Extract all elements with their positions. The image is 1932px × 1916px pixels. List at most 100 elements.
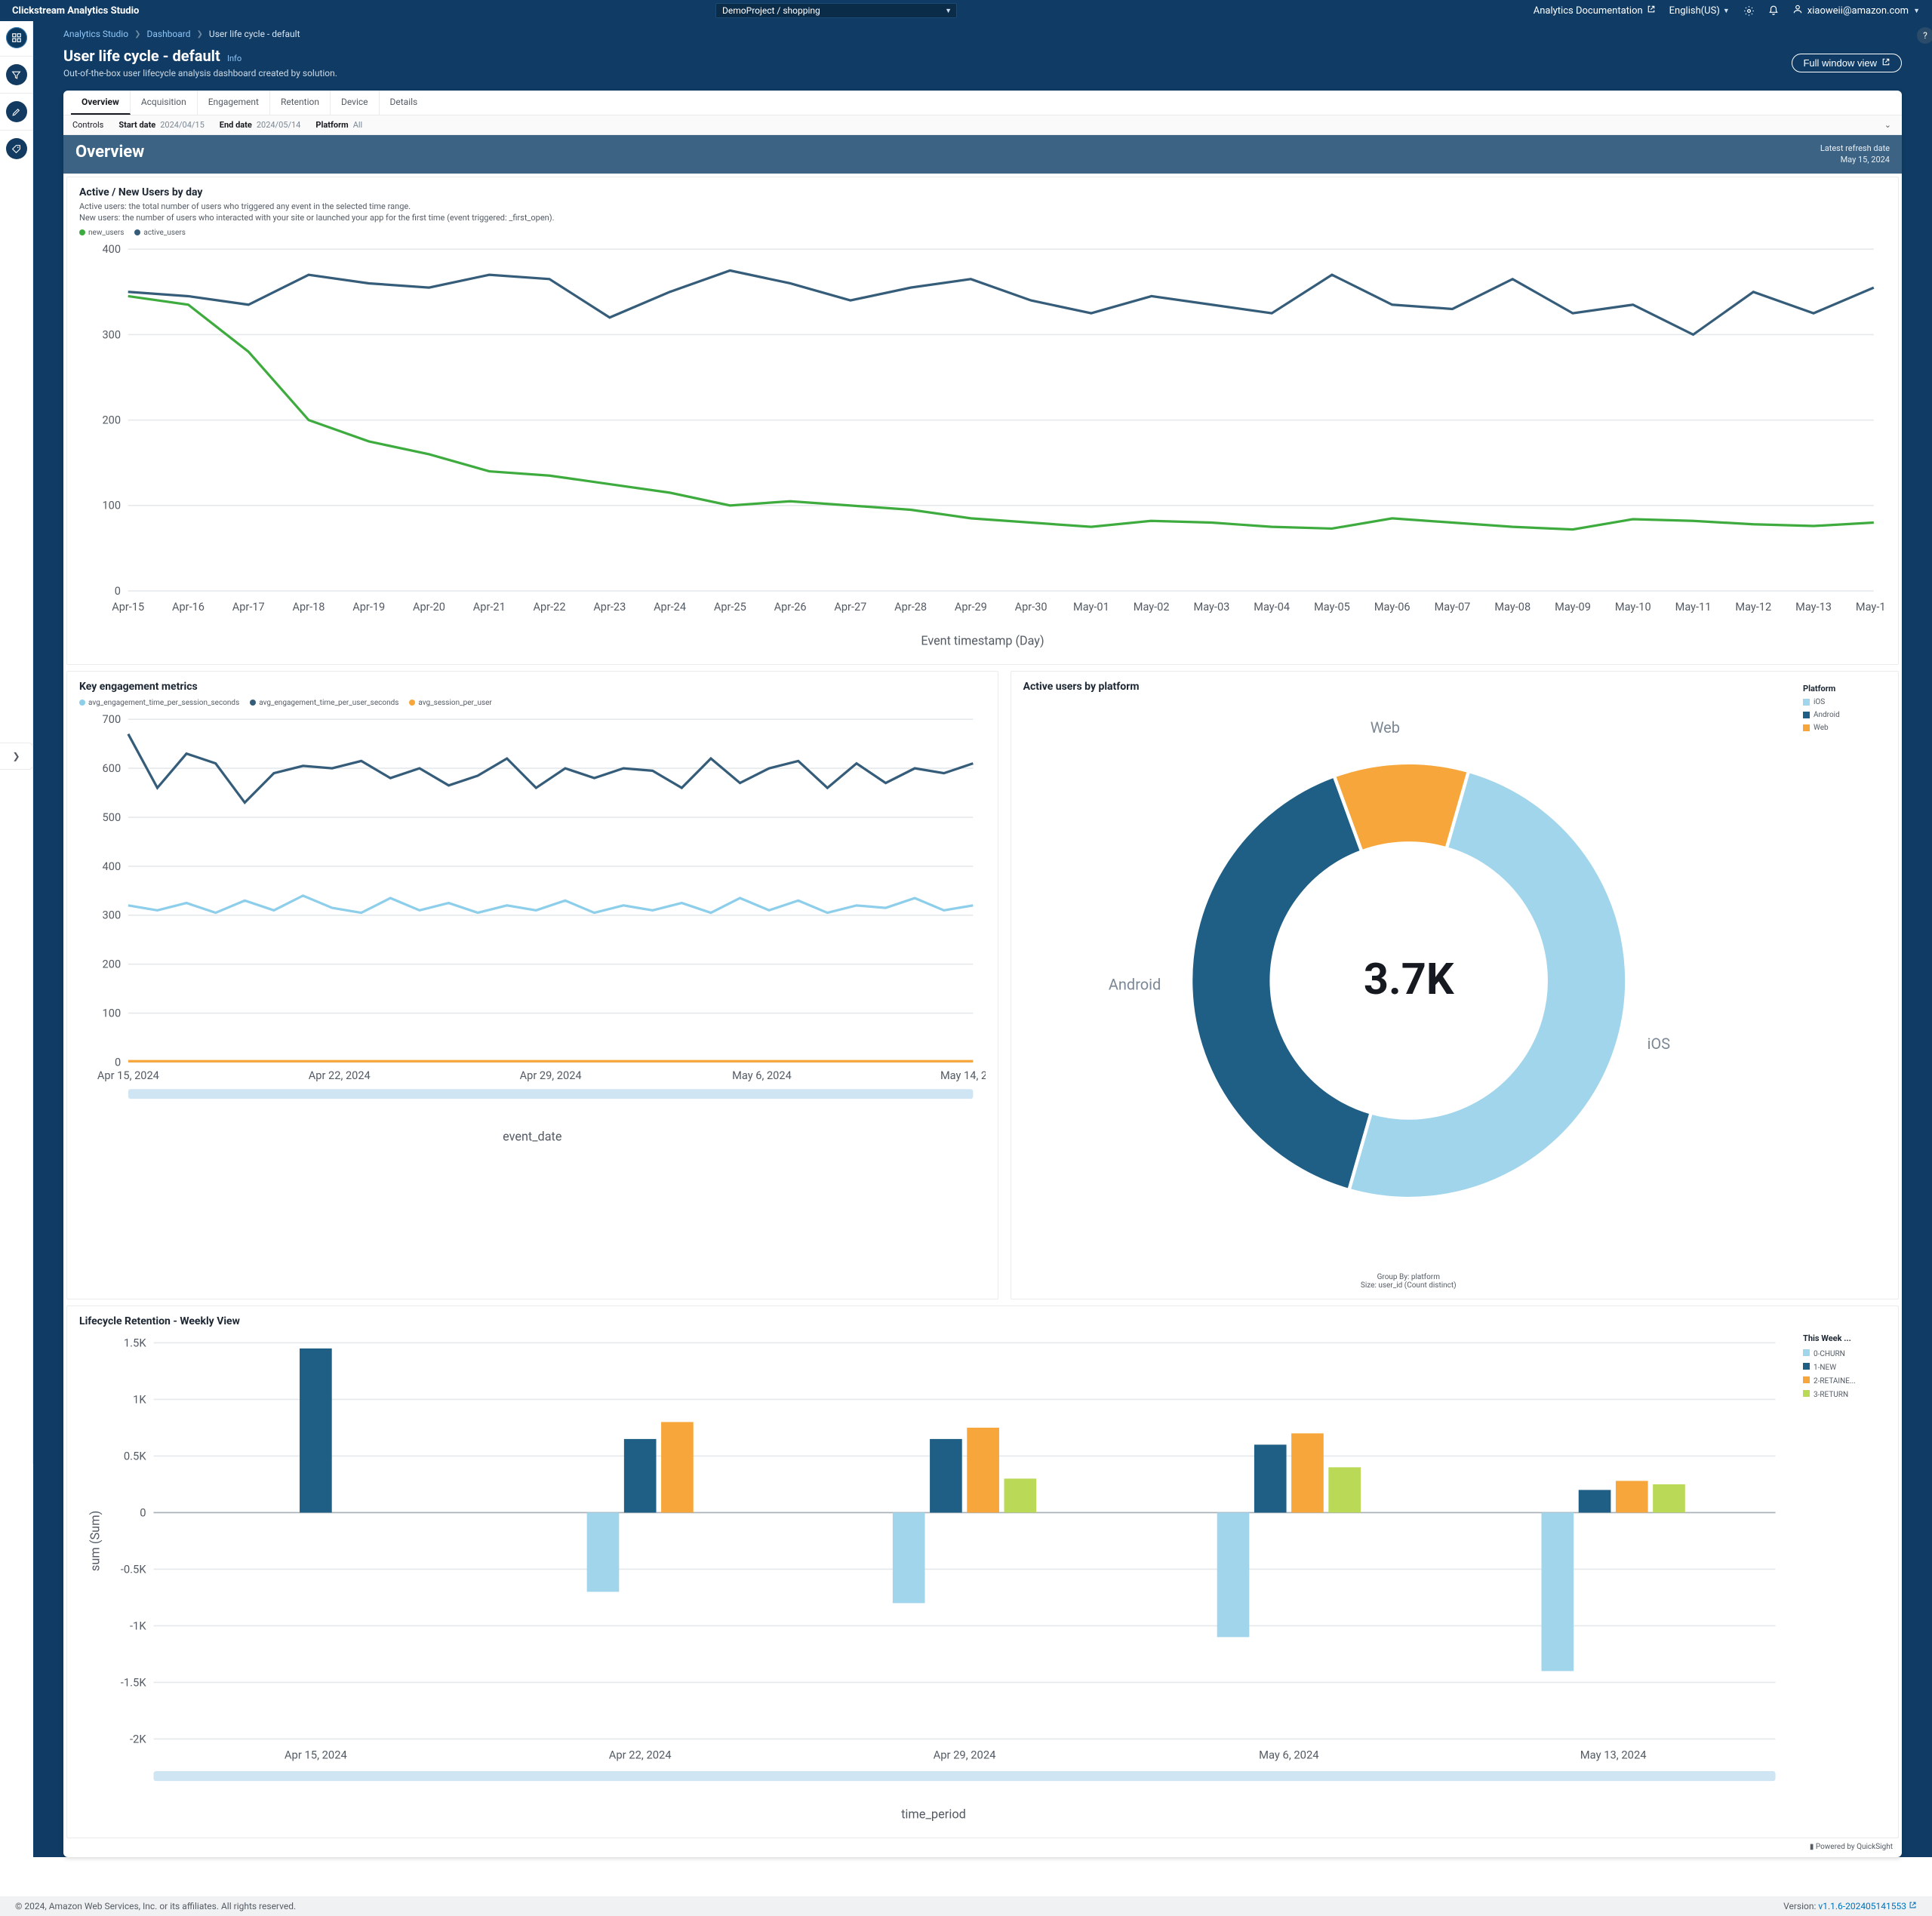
tab-engagement[interactable]: Engagement — [198, 91, 270, 115]
nav-divider — [0, 56, 32, 57]
legend-churn: 0-CHURN — [1814, 1350, 1845, 1358]
refresh-label: Latest refresh date — [1820, 143, 1890, 154]
svg-text:500: 500 — [103, 810, 122, 824]
project-dropdown[interactable]: DemoProject / shopping ▼ — [715, 3, 957, 18]
svg-text:May-14: May-14 — [1856, 601, 1886, 614]
full-window-view-button[interactable]: Full window view — [1792, 54, 1902, 72]
legend-web: Web — [1814, 724, 1829, 732]
breadcrumb: Analytics Studio ❯ Dashboard ❯ User life… — [63, 29, 1902, 39]
svg-text:iOS: iOS — [1647, 1035, 1670, 1053]
end-date-value: 2024/05/14 — [257, 120, 301, 130]
svg-text:May-10: May-10 — [1615, 601, 1651, 614]
user-email: xiaoweii@amazon.com — [1807, 5, 1909, 17]
nav-divider — [0, 93, 32, 94]
nav-tag-icon[interactable] — [6, 138, 27, 159]
caret-down-icon: ▼ — [1723, 7, 1730, 15]
chart3-plot[interactable]: WebiOSAndroid3.7K — [1023, 696, 1794, 1266]
svg-text:sum (Sum): sum (Sum) — [88, 1510, 103, 1570]
svg-text:300: 300 — [103, 908, 122, 921]
tab-acquisition[interactable]: Acquisition — [131, 91, 198, 115]
square-icon — [1803, 1390, 1810, 1397]
square-icon — [1803, 699, 1810, 706]
svg-text:-2K: -2K — [130, 1732, 146, 1745]
chart2-title: Key engagement metrics — [79, 681, 986, 693]
full-view-label: Full window view — [1803, 57, 1877, 69]
chart3-legend: iOS Android Web — [1803, 698, 1886, 732]
chart1-desc2: New users: the number of users who inter… — [79, 213, 1886, 223]
svg-text:Apr-17: Apr-17 — [232, 601, 265, 614]
start-date-label: Start date — [118, 120, 155, 130]
svg-text:May 6, 2024: May 6, 2024 — [732, 1069, 792, 1082]
svg-text:Event timestamp (Day): Event timestamp (Day) — [921, 633, 1044, 647]
chart4-plot[interactable]: -2K-1.5K-1K-0.5K00.5K1K1.5KApr 15, 2024A… — [79, 1330, 1788, 1825]
dashboard-card: Overview Acquisition Engagement Retentio… — [63, 91, 1902, 1857]
nav-edit-icon[interactable] — [6, 101, 27, 122]
svg-text:event_date: event_date — [503, 1129, 561, 1143]
quicksight-icon: ▮ — [1810, 1843, 1814, 1851]
platform-control[interactable]: Platform All — [315, 120, 362, 130]
page-header: ? Analytics Studio ❯ Dashboard ❯ User li… — [33, 21, 1932, 91]
help-icon[interactable]: ? — [1917, 27, 1932, 44]
caret-down-icon: ▼ — [945, 7, 952, 15]
tab-device[interactable]: Device — [331, 91, 380, 115]
documentation-link[interactable]: Analytics Documentation — [1534, 5, 1656, 17]
user-menu[interactable]: xiaoweii@amazon.com ▼ — [1792, 4, 1920, 17]
end-date-control[interactable]: End date 2024/05/14 — [220, 120, 301, 130]
section-platform-donut: Active users by platform WebiOSAndroid3.… — [1011, 671, 1899, 1299]
chart1-title: Active / New Users by day — [79, 186, 1886, 198]
nav-dashboard-icon[interactable] — [6, 27, 27, 48]
svg-text:Apr-22: Apr-22 — [534, 601, 566, 614]
section-engagement-metrics: Key engagement metrics avg_engagement_ti… — [66, 671, 998, 1299]
svg-text:Apr-29: Apr-29 — [955, 601, 987, 614]
svg-text:May-06: May-06 — [1374, 601, 1411, 614]
svg-text:Apr-23: Apr-23 — [593, 601, 626, 614]
chart4-title: Lifecycle Retention - Weekly View — [79, 1315, 1788, 1327]
controls-label: Controls — [72, 120, 103, 130]
svg-text:-1K: -1K — [130, 1619, 146, 1632]
footer: © 2024, Amazon Web Services, Inc. or its… — [0, 1896, 1932, 1916]
svg-text:0.5K: 0.5K — [124, 1449, 146, 1462]
svg-text:300: 300 — [102, 328, 121, 341]
legend-ios: iOS — [1814, 698, 1825, 706]
info-link[interactable]: Info — [227, 54, 242, 63]
nav-funnel-icon[interactable] — [6, 64, 27, 85]
svg-text:May-13: May-13 — [1795, 601, 1832, 614]
version-label: Version: — [1783, 1901, 1816, 1911]
svg-text:-0.5K: -0.5K — [121, 1562, 147, 1576]
breadcrumb-link-dashboard[interactable]: Dashboard — [146, 29, 190, 39]
legend-active-users: active_users — [143, 229, 186, 237]
section-lifecycle-retention: Lifecycle Retention - Weekly View -2K-1.… — [66, 1306, 1899, 1838]
chart1-legend: new_users active_users — [79, 229, 1886, 237]
breadcrumb-link-studio[interactable]: Analytics Studio — [63, 29, 128, 39]
svg-text:1.5K: 1.5K — [124, 1336, 146, 1349]
svg-text:0: 0 — [115, 585, 121, 598]
overview-title: Overview — [75, 143, 144, 161]
tab-retention[interactable]: Retention — [270, 91, 331, 115]
chevron-right-icon: ❯ — [134, 30, 140, 38]
svg-text:200: 200 — [102, 414, 121, 426]
svg-text:Apr 22, 2024: Apr 22, 2024 — [309, 1069, 371, 1082]
notifications-icon[interactable] — [1768, 5, 1779, 16]
doc-link-label: Analytics Documentation — [1534, 5, 1643, 17]
chart1-plot[interactable]: 0100200300400Apr-15Apr-16Apr-17Apr-18Apr… — [79, 237, 1886, 652]
start-date-value: 2024/04/15 — [160, 120, 205, 130]
language-dropdown[interactable]: English(US) ▼ — [1669, 5, 1730, 17]
svg-text:Apr-25: Apr-25 — [714, 601, 746, 614]
brand-title: Clickstream Analytics Studio — [12, 5, 139, 17]
version-link[interactable]: v1.1.6-202405141553 — [1818, 1901, 1917, 1911]
start-date-control[interactable]: Start date 2024/04/15 — [118, 120, 204, 130]
svg-text:May-04: May-04 — [1254, 601, 1290, 614]
chart2-plot[interactable]: 0100200300400500600700Apr 15, 2024Apr 22… — [79, 707, 986, 1148]
svg-text:May 6, 2024: May 6, 2024 — [1259, 1748, 1318, 1761]
settings-icon[interactable] — [1743, 5, 1755, 17]
square-icon — [1803, 712, 1810, 718]
svg-text:May-02: May-02 — [1134, 601, 1170, 614]
nav-expand-button[interactable]: ❯ — [0, 743, 33, 770]
tab-overview[interactable]: Overview — [71, 91, 131, 115]
controls-collapse-icon[interactable]: ⌄ — [1884, 120, 1891, 130]
powered-by: ▮ Powered by QuickSight — [63, 1841, 1902, 1857]
project-dropdown-value: DemoProject / shopping — [722, 5, 820, 16]
tab-details[interactable]: Details — [380, 91, 429, 115]
square-icon — [1803, 1376, 1810, 1383]
svg-text:May-03: May-03 — [1194, 601, 1230, 614]
